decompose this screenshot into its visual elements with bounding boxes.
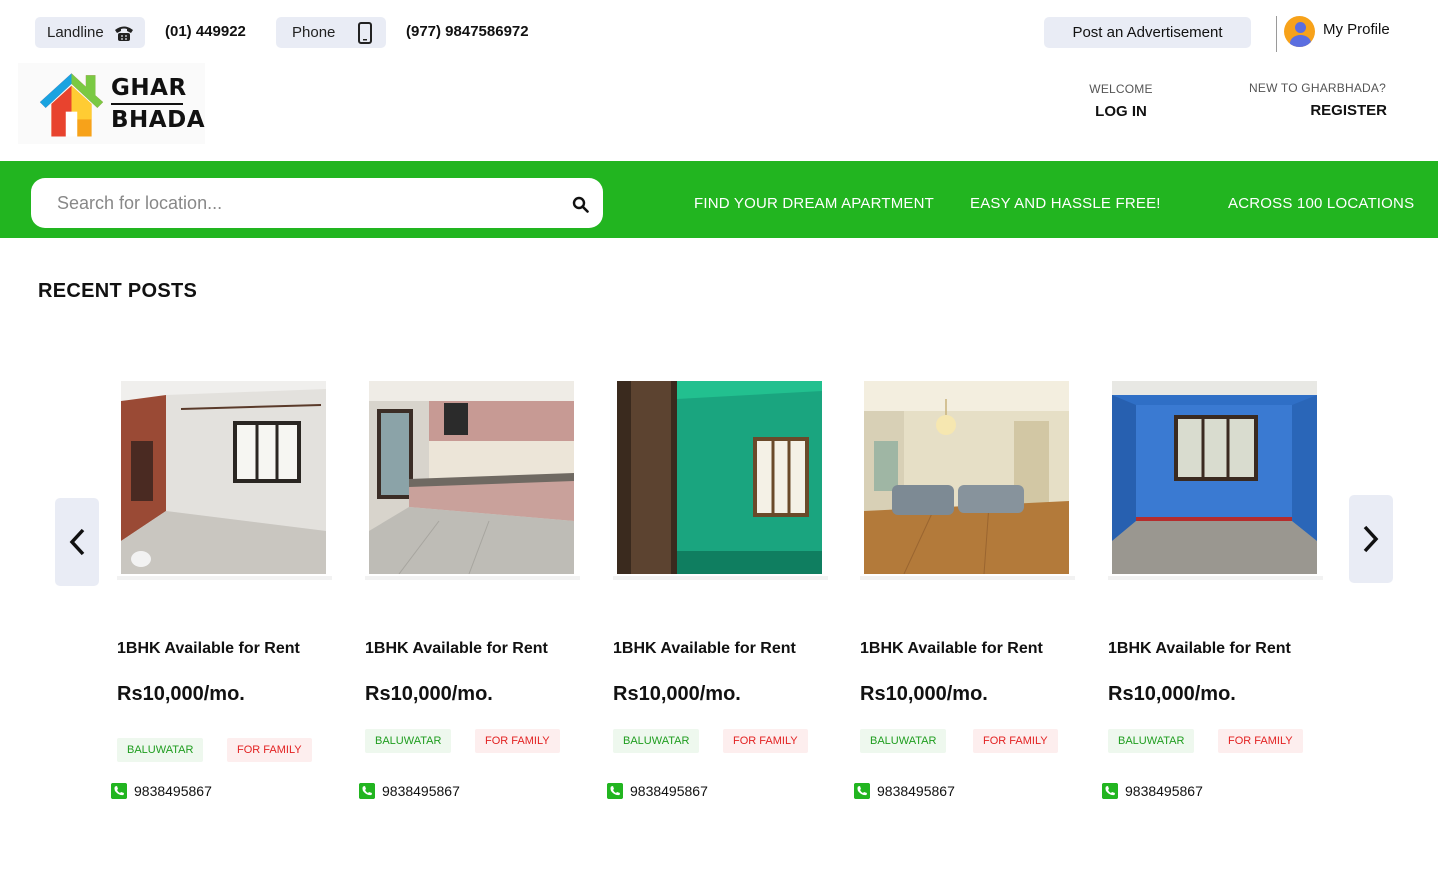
contact-phone-number: 9838495867 <box>382 783 460 799</box>
post-price: Rs10,000/mo. <box>365 683 493 705</box>
tenant-type-badge: FOR FAMILY <box>475 729 560 753</box>
my-profile-link[interactable]: My Profile <box>1284 16 1390 47</box>
contact-phone-number: 9838495867 <box>134 783 212 799</box>
phone-icon <box>854 783 870 799</box>
landline-pill: Landline <box>35 17 145 48</box>
post-title[interactable]: 1BHK Available for Rent <box>1108 640 1291 658</box>
contact-phone[interactable]: 9838495867 <box>1102 783 1203 799</box>
chevron-left-icon <box>69 528 85 556</box>
contact-phone[interactable]: 9838495867 <box>359 783 460 799</box>
phone-icon <box>1102 783 1118 799</box>
contact-phone[interactable]: 9838495867 <box>854 783 955 799</box>
tagline-dream-apartment: FIND YOUR DREAM APARTMENT <box>694 195 935 212</box>
site-logo[interactable]: GHAR BHADA <box>18 63 205 144</box>
recent-posts-title: RECENT POSTS <box>38 280 198 302</box>
chevron-right-icon <box>1363 525 1379 553</box>
login-link[interactable]: LOG IN <box>1076 103 1166 120</box>
location-badge: BALUWATAR <box>117 738 204 762</box>
house-logo-icon <box>39 72 104 137</box>
post-price: Rs10,000/mo. <box>1108 683 1236 705</box>
phone-pill: Phone <box>276 17 386 48</box>
carousel-next-button[interactable] <box>1349 495 1393 583</box>
tagline-locations: ACROSS 100 LOCATIONS <box>1228 195 1415 212</box>
post-title[interactable]: 1BHK Available for Rent <box>613 640 796 658</box>
register-block: NEW TO GHARBHADA? REGISTER <box>1246 81 1396 119</box>
tenant-type-badge: FOR FAMILY <box>973 729 1058 753</box>
avatar <box>1284 16 1315 47</box>
landline-number: (01) 449922 <box>165 23 246 40</box>
post-photo-green-room[interactable] <box>617 381 822 574</box>
post-price: Rs10,000/mo. <box>613 683 741 705</box>
phone-number: (977) 9847586972 <box>406 23 529 40</box>
post-title[interactable]: 1BHK Available for Rent <box>117 640 300 658</box>
post-photo-living-room-sofa[interactable] <box>864 381 1069 574</box>
register-link[interactable]: REGISTER <box>1246 102 1396 119</box>
hero-band: FIND YOUR DREAM APARTMENT EASY AND HASSL… <box>0 161 1438 238</box>
location-search <box>31 178 603 228</box>
location-badge: BALUWATAR <box>365 729 452 753</box>
contact-phone[interactable]: 9838495867 <box>607 783 708 799</box>
location-badge: BALUWATAR <box>860 729 947 753</box>
post-photo-room-brick-wall[interactable] <box>121 381 326 574</box>
phone-icon <box>607 783 623 799</box>
login-block: WELCOME LOG IN <box>1076 82 1166 120</box>
contact-phone-number: 9838495867 <box>1125 783 1203 799</box>
phone-icon <box>111 783 127 799</box>
carousel-prev-button[interactable] <box>55 498 99 586</box>
brand-line2: BHADA <box>111 106 205 133</box>
location-badge: BALUWATAR <box>613 729 700 753</box>
my-profile-label: My Profile <box>1323 21 1390 38</box>
post-advertisement-button[interactable]: Post an Advertisement <box>1044 17 1251 48</box>
tagline-hassle-free: EASY AND HASSLE FREE! <box>970 195 1161 212</box>
mobile-phone-icon <box>358 22 372 44</box>
brand-wordmark: GHAR BHADA <box>111 74 205 134</box>
tenant-type-badge: FOR FAMILY <box>227 738 312 762</box>
post-price: Rs10,000/mo. <box>117 683 245 705</box>
location-search-input[interactable] <box>57 192 537 214</box>
brand-line1: GHAR <box>111 74 187 101</box>
post-photo-kitchen[interactable] <box>369 381 574 574</box>
welcome-caption: WELCOME <box>1089 82 1153 96</box>
landline-icon <box>115 26 133 41</box>
tenant-type-badge: FOR FAMILY <box>1218 729 1303 753</box>
contact-phone-number: 9838495867 <box>630 783 708 799</box>
header-divider <box>1276 16 1277 52</box>
contact-phone-number: 9838495867 <box>877 783 955 799</box>
post-title[interactable]: 1BHK Available for Rent <box>860 640 1043 658</box>
search-icon[interactable] <box>572 196 589 213</box>
landline-label: Landline <box>47 24 104 41</box>
post-photo-blue-room[interactable] <box>1112 381 1317 574</box>
tenant-type-badge: FOR FAMILY <box>723 729 808 753</box>
post-price: Rs10,000/mo. <box>860 683 988 705</box>
post-title[interactable]: 1BHK Available for Rent <box>365 640 548 658</box>
phone-label: Phone <box>292 24 336 41</box>
contact-phone[interactable]: 9838495867 <box>111 783 212 799</box>
location-badge: BALUWATAR <box>1108 729 1195 753</box>
register-caption: NEW TO GHARBHADA? <box>1249 81 1386 95</box>
phone-icon <box>359 783 375 799</box>
